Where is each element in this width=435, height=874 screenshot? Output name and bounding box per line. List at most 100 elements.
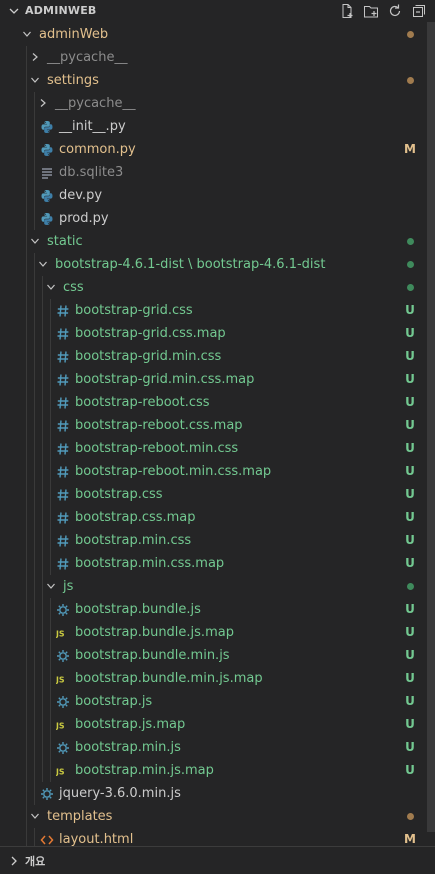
file-row[interactable]: bootstrap-reboot.min.css.map U: [0, 460, 435, 483]
new-folder-button[interactable]: [361, 2, 381, 20]
folder-row[interactable]: adminWeb: [0, 23, 435, 46]
indent-guide: [26, 46, 27, 69]
gear-icon: [56, 644, 70, 667]
file-row[interactable]: dev.py: [0, 184, 435, 207]
chevron-down-icon[interactable]: [30, 75, 40, 85]
hash-icon: [56, 391, 70, 414]
file-row[interactable]: bootstrap-grid.css U: [0, 299, 435, 322]
indent-guide: [34, 483, 35, 506]
folder-row[interactable]: settings: [0, 69, 435, 92]
js-icon: JS: [56, 759, 70, 782]
indent-guide: [26, 368, 27, 391]
file-row[interactable]: bootstrap.css U: [0, 483, 435, 506]
file-row[interactable]: bootstrap-grid.css.map U: [0, 322, 435, 345]
js-icon: JS: [56, 713, 70, 736]
git-status-badge: U: [405, 326, 415, 340]
file-row[interactable]: bootstrap-grid.min.css.map U: [0, 368, 435, 391]
svg-text:JS: JS: [56, 629, 65, 638]
git-status-dot: [404, 69, 416, 92]
folder-label: css: [63, 280, 84, 295]
indent-guide: [26, 115, 27, 138]
gear-icon: [56, 690, 70, 713]
indent-guide: [42, 552, 43, 575]
chevron-down-icon[interactable]: [38, 259, 48, 269]
file-row[interactable]: bootstrap.min.css.map U: [0, 552, 435, 575]
file-row[interactable]: JS bootstrap.bundle.min.js.map U: [0, 667, 435, 690]
file-label: common.py: [59, 142, 136, 157]
indent-guide: [26, 506, 27, 529]
chevron-right-icon[interactable]: [38, 98, 48, 108]
collapse-all-button[interactable]: [409, 2, 429, 20]
indent-guide: [34, 644, 35, 667]
file-label: bootstrap-reboot.min.css.map: [75, 464, 272, 479]
file-row[interactable]: bootstrap-reboot.min.css U: [0, 437, 435, 460]
git-status-badge: U: [405, 510, 415, 524]
indent-guide: [26, 69, 27, 92]
file-row[interactable]: bootstrap.js U: [0, 690, 435, 713]
chevron-right-icon[interactable]: [30, 52, 40, 62]
indent-guide: [42, 529, 43, 552]
folder-row[interactable]: static: [0, 230, 435, 253]
gear-icon: [56, 598, 70, 621]
folder-row[interactable]: templates: [0, 805, 435, 828]
file-row[interactable]: bootstrap.min.css U: [0, 529, 435, 552]
folder-label: static: [47, 234, 83, 249]
indent-guide: [34, 460, 35, 483]
file-row[interactable]: bootstrap-reboot.css U: [0, 391, 435, 414]
indent-guide: [50, 345, 51, 368]
chevron-down-icon[interactable]: [30, 236, 40, 246]
file-label: bootstrap.bundle.min.js: [75, 648, 230, 663]
file-row[interactable]: JS bootstrap.min.js.map U: [0, 759, 435, 782]
file-row[interactable]: bootstrap.bundle.js U: [0, 598, 435, 621]
file-row[interactable]: bootstrap-grid.min.css U: [0, 345, 435, 368]
chevron-down-icon[interactable]: [46, 282, 56, 292]
hash-icon: [56, 437, 70, 460]
file-row[interactable]: prod.py: [0, 207, 435, 230]
folder-row[interactable]: __pycache__: [0, 92, 435, 115]
file-row[interactable]: bootstrap-reboot.css.map U: [0, 414, 435, 437]
indent-guide: [42, 437, 43, 460]
chevron-down-icon[interactable]: [22, 29, 32, 39]
file-label: bootstrap.min.js.map: [75, 763, 214, 778]
indent-guide: [34, 345, 35, 368]
folder-row[interactable]: __pycache__: [0, 46, 435, 69]
file-row[interactable]: db.sqlite3: [0, 161, 435, 184]
scrollbar[interactable]: [427, 22, 435, 832]
file-row[interactable]: bootstrap.min.js U: [0, 736, 435, 759]
indent-guide: [50, 299, 51, 322]
indent-guide: [42, 736, 43, 759]
indent-guide: [42, 276, 43, 299]
folder-row[interactable]: css: [0, 276, 435, 299]
indent-guide: [26, 805, 27, 828]
folder-row[interactable]: bootstrap-4.6.1-dist \ bootstrap-4.6.1-d…: [0, 253, 435, 276]
folder-row[interactable]: js: [0, 575, 435, 598]
svg-text:JS: JS: [56, 767, 65, 776]
file-row[interactable]: JS bootstrap.js.map U: [0, 713, 435, 736]
file-row[interactable]: __init__.py: [0, 115, 435, 138]
file-row[interactable]: common.py M: [0, 138, 435, 161]
git-status-dot: [404, 805, 416, 828]
refresh-button[interactable]: [385, 2, 405, 20]
indent-guide: [26, 598, 27, 621]
indent-guide: [50, 368, 51, 391]
hash-icon: [56, 506, 70, 529]
indent-guide: [34, 138, 35, 161]
outline-section-header[interactable]: 개요: [0, 846, 435, 874]
file-row[interactable]: jquery-3.6.0.min.js: [0, 782, 435, 805]
file-row[interactable]: bootstrap.css.map U: [0, 506, 435, 529]
file-row[interactable]: bootstrap.bundle.min.js U: [0, 644, 435, 667]
indent-guide: [26, 690, 27, 713]
indent-guide: [42, 414, 43, 437]
file-label: dev.py: [59, 188, 103, 203]
indent-guide: [26, 161, 27, 184]
git-status-badge: U: [405, 441, 415, 455]
git-status-badge: U: [405, 671, 415, 685]
indent-guide: [34, 253, 35, 276]
file-row[interactable]: JS bootstrap.bundle.js.map U: [0, 621, 435, 644]
chevron-down-icon[interactable]: [30, 811, 40, 821]
explorer-section-header[interactable]: ADMINWEB: [0, 0, 435, 22]
indent-guide: [50, 529, 51, 552]
new-file-button[interactable]: [337, 2, 357, 20]
chevron-down-icon[interactable]: [46, 581, 56, 591]
git-status-dot: [404, 23, 416, 46]
